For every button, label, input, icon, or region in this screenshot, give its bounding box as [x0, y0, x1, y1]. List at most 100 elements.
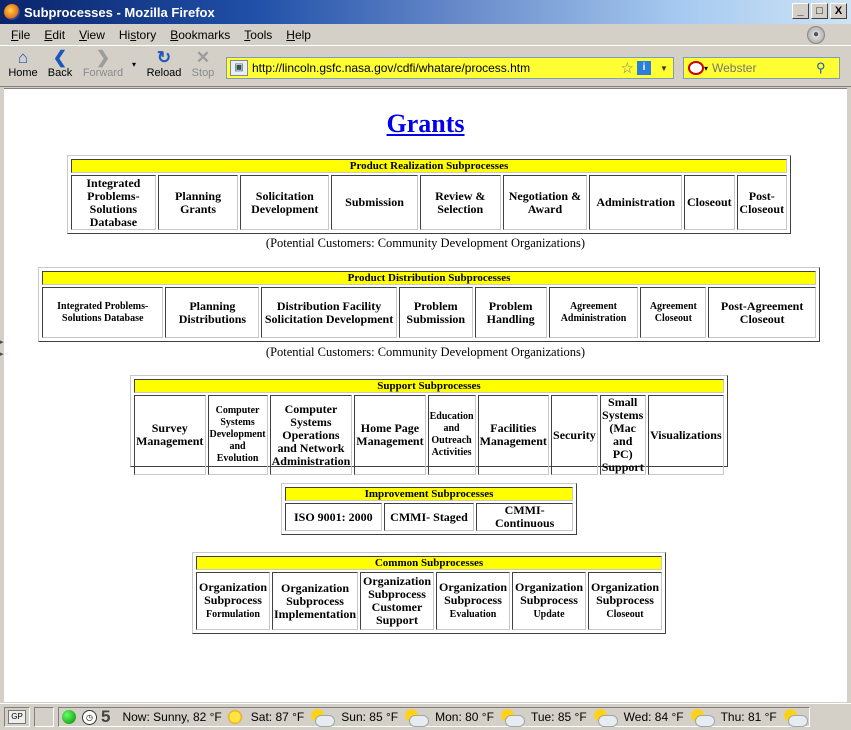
- process-cell: Planning Distributions: [165, 287, 260, 338]
- status-blank-cell: [34, 707, 54, 727]
- process-cell: Agreement Administration: [548, 287, 639, 338]
- menu-help[interactable]: Help: [279, 28, 318, 42]
- home-icon: ⌂: [17, 48, 29, 67]
- weather-item[interactable]: Sun: 85 °F: [341, 709, 430, 727]
- home-label: Home: [8, 67, 38, 79]
- history-dropdown-button[interactable]: ▾: [128, 60, 140, 69]
- process-sub: Customer Support: [371, 600, 423, 627]
- stop-button[interactable]: ✕ Stop: [190, 49, 216, 80]
- status-bar: GP ◷ 5 Now: Sunny, 82 °F Sat: 87 °F Sun: 8…: [0, 703, 851, 730]
- menu-tools[interactable]: Tools: [237, 28, 279, 42]
- process-cell: Organization Subprocess Customer Support: [360, 572, 434, 630]
- product-distribution-table: Product Distribution Subprocesses Integr…: [38, 267, 820, 342]
- back-arrow-icon: ❮: [52, 48, 68, 67]
- process-cell: Planning Grants: [157, 175, 239, 230]
- menu-history[interactable]: History: [112, 28, 163, 42]
- url-text[interactable]: http://lincoln.gsfc.nasa.gov/cdfi/whatar…: [252, 61, 621, 75]
- sun-icon: [226, 709, 243, 725]
- process-cell: Post-Closeout: [736, 175, 787, 230]
- process-cell: Integrated Problems-Solutions Database: [42, 287, 164, 338]
- group-header: Product Distribution Subprocesses: [42, 271, 816, 285]
- url-dropdown-icon[interactable]: ▼: [655, 64, 673, 73]
- process-cell: Closeout: [684, 175, 735, 230]
- partly-cloudy-icon: [499, 709, 525, 727]
- forward-button[interactable]: ❯ Forward: [80, 49, 126, 80]
- weather-item[interactable]: Mon: 80 °F: [435, 709, 525, 727]
- process-main: Organization Subprocess: [281, 580, 349, 608]
- weather-item[interactable]: Sat: 87 °F: [251, 709, 336, 727]
- process-cell: Integrated Problems-Solutions Database: [71, 175, 156, 230]
- minimize-button[interactable]: _: [792, 3, 809, 19]
- clock-icon: ◷: [82, 709, 97, 725]
- back-button[interactable]: ❮ Back: [44, 48, 76, 80]
- process-cell: Organization Subprocess Evaluation: [436, 572, 510, 630]
- partly-cloudy-icon: [782, 709, 808, 727]
- process-sub: Update: [533, 609, 565, 620]
- group-header: Product Realization Subprocesses: [71, 159, 787, 173]
- process-cell: Solicitation Development: [240, 175, 330, 230]
- search-box[interactable]: ▾ ⚲: [683, 57, 840, 79]
- address-bar[interactable]: ▣ http://lincoln.gsfc.nasa.gov/cdfi/what…: [226, 57, 674, 79]
- process-sub: Closeout: [606, 609, 644, 620]
- menu-bar: File Edit View History Bookmarks Tools H…: [0, 24, 851, 45]
- process-cell: Agreement Closeout: [640, 287, 707, 338]
- process-cell: Review & Selection: [419, 175, 501, 230]
- back-label: Back: [47, 67, 73, 79]
- page-content: Grants Product Realization Subprocesses …: [4, 88, 847, 702]
- weather-forecast: Now: Sunny, 82 °F Sat: 87 °F Sun: 85 °F Mon…: [114, 709, 808, 727]
- weather-item[interactable]: Wed: 84 °F: [624, 709, 715, 727]
- info-icon[interactable]: i: [637, 61, 651, 75]
- customers-caption: (Potential Customers: Community Developm…: [265, 236, 586, 250]
- activity-throbber-icon: ●: [807, 26, 825, 44]
- stop-label: Stop: [191, 67, 215, 79]
- search-input[interactable]: [712, 61, 812, 75]
- process-cell: Organization Subprocess Closeout: [588, 572, 662, 630]
- improvement-table: Improvement Subprocesses ISO 9001: 2000 …: [281, 483, 577, 535]
- process-cell: Organization Subprocess Update: [512, 572, 586, 630]
- search-engine-selector[interactable]: ▾: [684, 59, 712, 77]
- process-cell: Home Page Management: [354, 395, 426, 475]
- process-cell: Submission: [331, 175, 418, 230]
- partly-cloudy-icon: [403, 709, 430, 727]
- process-main: Organization Subprocess: [515, 580, 583, 607]
- weather-item[interactable]: Tue: 85 °F: [530, 709, 618, 727]
- reload-label: Reload: [146, 67, 182, 79]
- page-favicon-icon: ▣: [230, 60, 248, 76]
- process-cell: Problem Handling: [474, 287, 547, 338]
- window-title: Subprocesses - Mozilla Firefox: [24, 4, 215, 20]
- page-title-link[interactable]: Grants: [4, 109, 847, 139]
- reload-icon: ↻: [156, 48, 172, 67]
- maximize-button[interactable]: □: [811, 3, 828, 19]
- process-cell: CMMI- Continuous: [476, 503, 573, 531]
- weather-addon[interactable]: ◷ 5 Now: Sunny, 82 °F Sat: 87 °F Sun: 85 °…: [58, 707, 810, 727]
- green-status-icon: [62, 710, 76, 724]
- gp-icon: GP: [8, 710, 26, 724]
- menu-view[interactable]: View: [72, 28, 112, 42]
- weather-item[interactable]: Now: Sunny, 82 °F: [122, 709, 243, 725]
- bookmark-star-icon[interactable]: ☆: [621, 59, 634, 77]
- search-icon[interactable]: ⚲: [816, 60, 826, 76]
- customers-caption: (Potential Customers: Community Developm…: [265, 345, 586, 359]
- weather-label: Sun: 85 °F: [341, 710, 399, 724]
- process-cell: Visualizations: [647, 395, 724, 475]
- reload-button[interactable]: ↻ Reload: [145, 48, 183, 80]
- home-button[interactable]: ⌂ Home: [8, 48, 38, 80]
- support-table: Support Subprocesses Survey Management C…: [130, 375, 728, 475]
- partly-cloudy-icon: [689, 709, 715, 727]
- weather-item[interactable]: Thu: 81 °F: [721, 709, 808, 727]
- process-cell: Security: [551, 395, 598, 475]
- menu-file[interactable]: File: [4, 28, 37, 42]
- weather-label: Tue: 85 °F: [530, 710, 587, 724]
- weather-label: Now: Sunny, 82 °F: [122, 710, 222, 724]
- menu-edit[interactable]: Edit: [37, 28, 72, 42]
- search-engine-logo-icon: [687, 61, 704, 75]
- process-cell: ISO 9001: 2000: [285, 503, 382, 531]
- forward-label: Forward: [82, 67, 124, 79]
- group-header: Support Subprocesses: [134, 379, 724, 393]
- navigation-toolbar: ⌂ Home ❮ Back ❯ Forward ▾ ↻ Reload ✕ Sto…: [0, 45, 851, 87]
- common-table: Common Subprocesses Organization Subproc…: [192, 552, 666, 634]
- close-button[interactable]: X: [830, 3, 847, 19]
- menu-bookmarks[interactable]: Bookmarks: [163, 28, 237, 42]
- process-cell: Problem Submission: [398, 287, 473, 338]
- gp-addon[interactable]: GP: [4, 707, 30, 727]
